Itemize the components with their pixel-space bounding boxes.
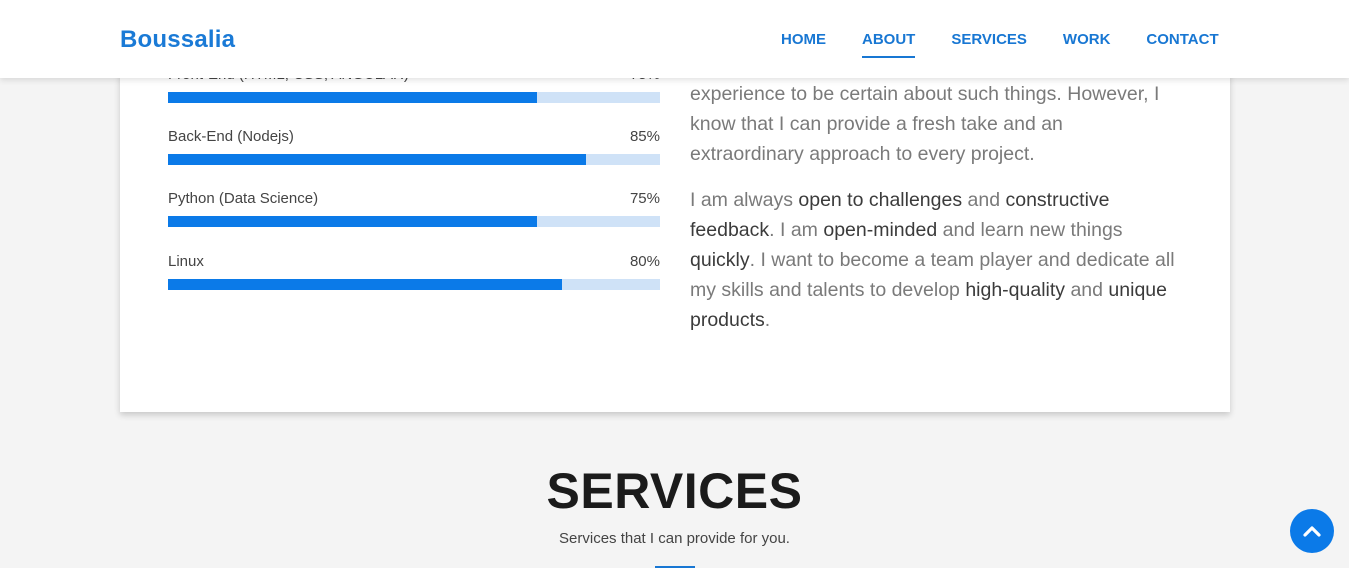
- services-title: SERVICES: [546, 463, 803, 519]
- about-paragraph-1: experience to be certain about such thin…: [690, 83, 1160, 165]
- skill-name: Back-End (Nodejs): [168, 128, 294, 145]
- nav-link-about[interactable]: ABOUT: [862, 31, 916, 59]
- skill-back-end: Back-End (Nodejs) 85%: [168, 128, 660, 165]
- chevron-up-icon: [1303, 526, 1321, 537]
- about-paragraph-2: I am always open to challenges and const…: [690, 189, 1175, 331]
- services-subtitle: Services that I can provide for you.: [559, 530, 790, 547]
- nav-link-services[interactable]: SERVICES: [951, 31, 1027, 59]
- skill-percent: 75%: [629, 190, 660, 207]
- skill-progress-fill: [168, 279, 562, 290]
- skill-progress-fill: [168, 92, 537, 103]
- skill-progress-track: [168, 216, 660, 227]
- nav-link-home[interactable]: HOME: [781, 31, 826, 59]
- skill-progress-track: [168, 279, 660, 290]
- back-to-top-button[interactable]: [1290, 509, 1334, 553]
- skill-python: Python (Data Science) 75%: [168, 190, 660, 227]
- skill-percent: 80%: [629, 253, 660, 270]
- skill-progress-fill: [168, 216, 537, 227]
- skill-name: Linux: [168, 253, 204, 270]
- skill-progress-fill: [168, 154, 587, 165]
- nav-links: HOME ABOUT SERVICES WORK CONTACT: [781, 31, 1255, 59]
- navbar: Boussalia HOME ABOUT SERVICES WORK CONTA…: [0, 0, 1349, 78]
- skill-percent: 85%: [629, 128, 660, 145]
- skill-progress-track: [168, 154, 660, 165]
- brand-logo[interactable]: Boussalia: [120, 26, 235, 54]
- skill-name: Python (Data Science): [168, 190, 319, 207]
- nav-link-work[interactable]: WORK: [1063, 31, 1111, 59]
- skill-linux: Linux 80%: [168, 253, 660, 290]
- nav-link-contact[interactable]: CONTACT: [1146, 31, 1218, 59]
- skill-progress-track: [168, 92, 660, 103]
